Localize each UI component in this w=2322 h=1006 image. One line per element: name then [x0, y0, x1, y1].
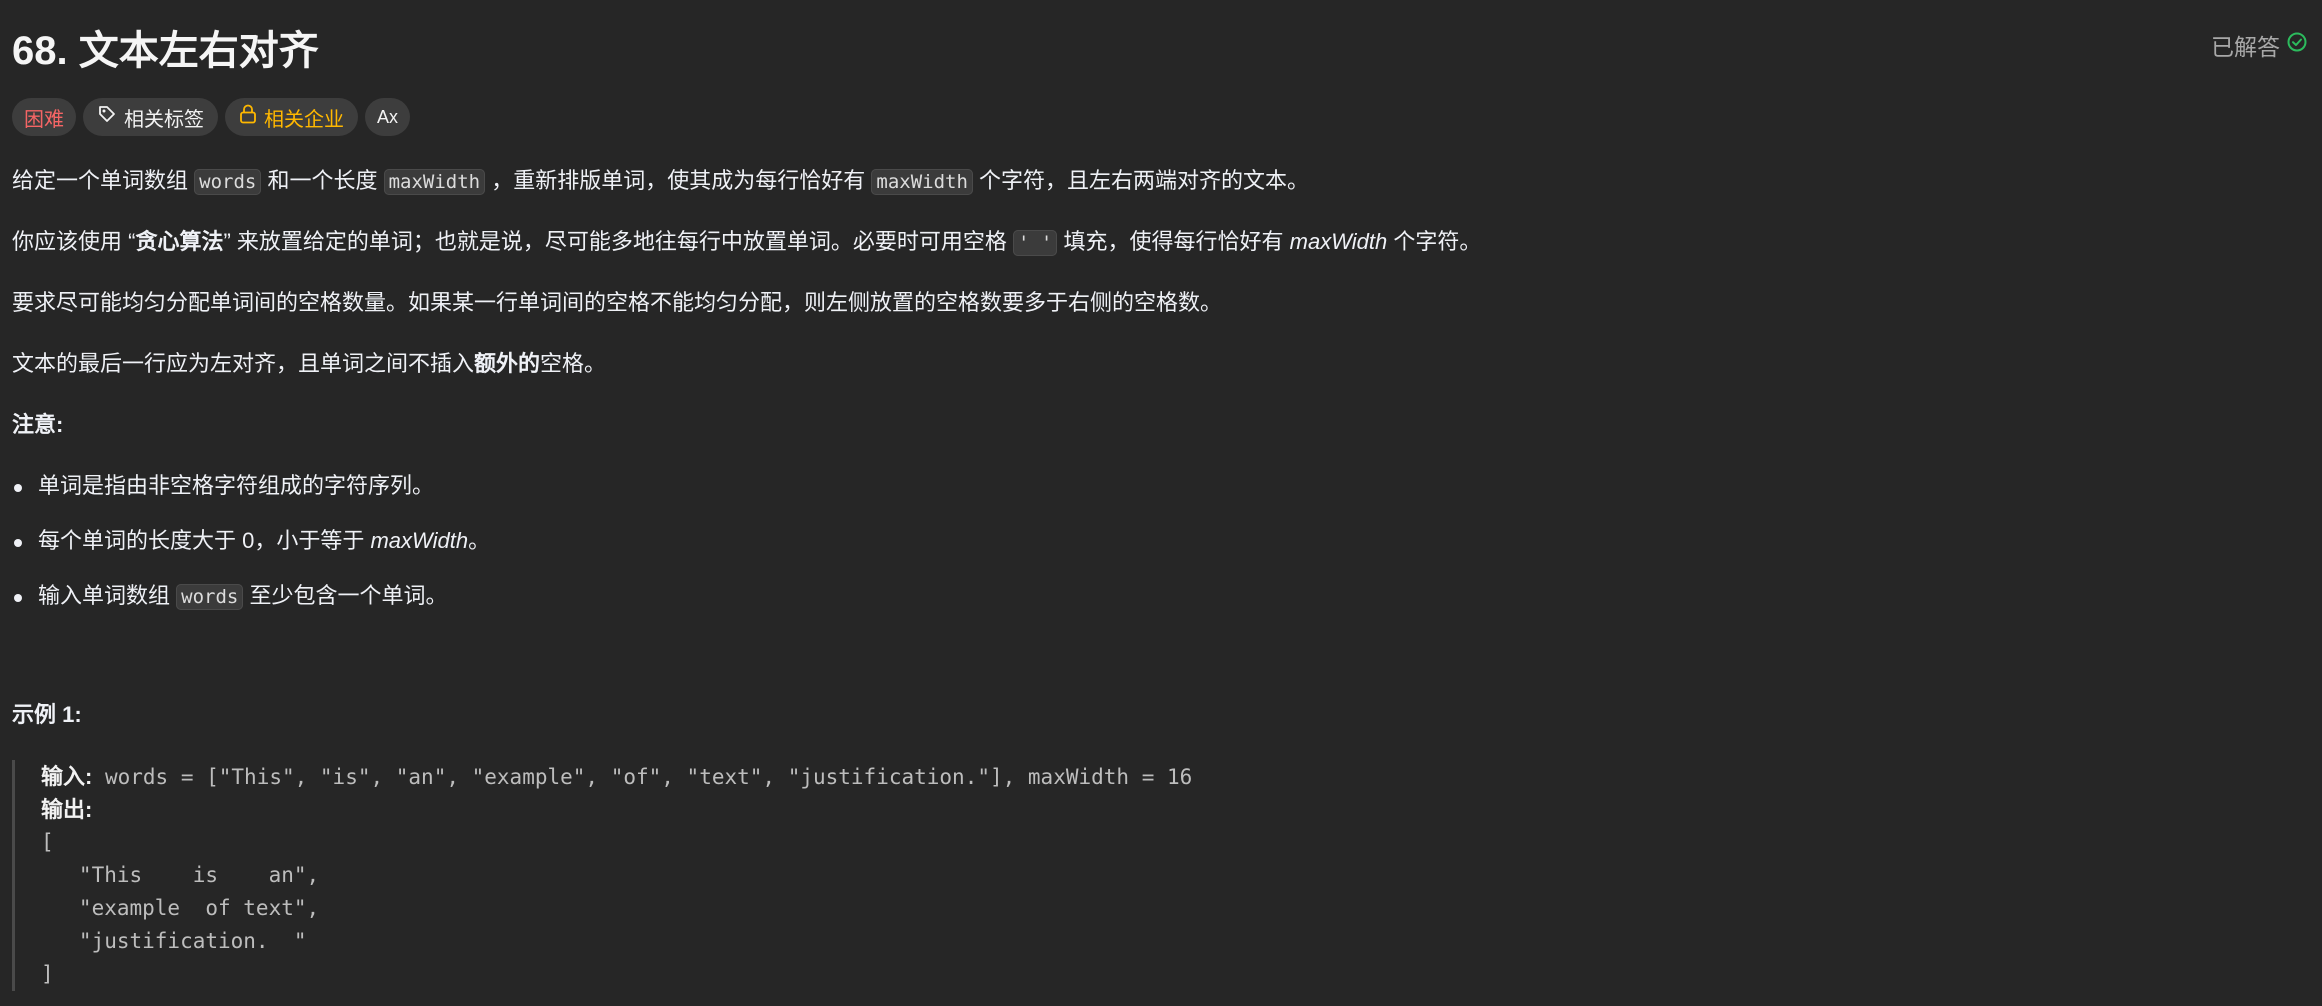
problem-description-panel: 68. 文本左右对齐 已解答 困难 相关标签 相关企业 Ax 给定一个单词数组 … [0, 0, 2322, 1006]
inline-code-words: words [176, 584, 244, 610]
example-1-block: 输入: words = ["This", "is", "an", "exampl… [12, 760, 1441, 991]
inline-code-words: words [194, 169, 262, 195]
example-output-line: 输出: [41, 793, 1441, 826]
example-input-line: 输入: words = ["This", "is", "an", "exampl… [41, 760, 1441, 793]
output-line: "This is an", [41, 863, 320, 887]
lock-icon [239, 104, 257, 130]
description-paragraph-1: 给定一个单词数组 words 和一个长度 maxWidth ，重新排版单词，使其… [12, 168, 1310, 195]
solved-status: 已解答 [2211, 28, 2308, 62]
tag-bar: 困难 相关标签 相关企业 Ax [12, 98, 411, 136]
list-item: 输入单词数组 words 至少包含一个单词。 [12, 581, 490, 636]
inline-code-maxwidth: maxWidth [383, 169, 486, 195]
output-line: "justification. " [41, 929, 307, 953]
description-paragraph-2: 你应该使用 “贪心算法” 来放置给定的单词；也就是说，尽可能多地往每行中放置单词… [12, 229, 1482, 256]
problem-title: 68. 文本左右对齐 [12, 29, 319, 73]
example-input-value: words = ["This", "is", "an", "example", … [92, 765, 1193, 789]
example-output-label: 输出: [41, 797, 93, 822]
example-input-label: 输入: [41, 764, 93, 789]
inline-code-maxwidth: maxWidth [871, 169, 973, 195]
solved-status-label: 已解答 [2211, 34, 2280, 60]
bold-greedy-algorithm: 贪心算法 [135, 229, 224, 254]
notes-list: 单词是指由非空格字符组成的字符序列。 每个单词的长度大于 0，小于等于 maxW… [12, 471, 490, 636]
list-item: 单词是指由非空格字符组成的字符序列。 [12, 471, 490, 526]
translate-icon: Ax [377, 106, 399, 127]
bold-extra: 额外的 [474, 351, 541, 376]
output-line: [ [41, 830, 54, 854]
description-paragraph-3: 要求尽可能均匀分配单词间的空格数量。如果某一行单词间的空格不能均匀分配，则左侧放… [12, 290, 1223, 315]
list-item: 每个单词的长度大于 0，小于等于 maxWidth。 [12, 526, 490, 581]
translate-button[interactable]: Ax [365, 98, 411, 136]
related-tags-button[interactable]: 相关标签 [83, 98, 218, 136]
example-1-title: 示例 1: [12, 702, 82, 727]
description-paragraph-4: 文本的最后一行应为左对齐，且单词之间不插入额外的空格。 [12, 351, 607, 376]
italic-maxwidth: maxWidth [1289, 229, 1388, 254]
output-line: ] [41, 962, 54, 986]
difficulty-badge: 困难 [12, 98, 76, 136]
difficulty-label: 困难 [24, 108, 64, 131]
related-companies-button[interactable]: 相关企业 [225, 98, 358, 136]
inline-code-space: ' ' [1013, 230, 1058, 256]
related-companies-label: 相关企业 [264, 108, 344, 131]
output-line: "example of text", [41, 896, 320, 920]
tag-icon [97, 104, 117, 130]
related-tags-label: 相关标签 [124, 108, 204, 131]
check-circle-icon [2286, 31, 2308, 59]
note-heading: 注意: [12, 412, 64, 437]
